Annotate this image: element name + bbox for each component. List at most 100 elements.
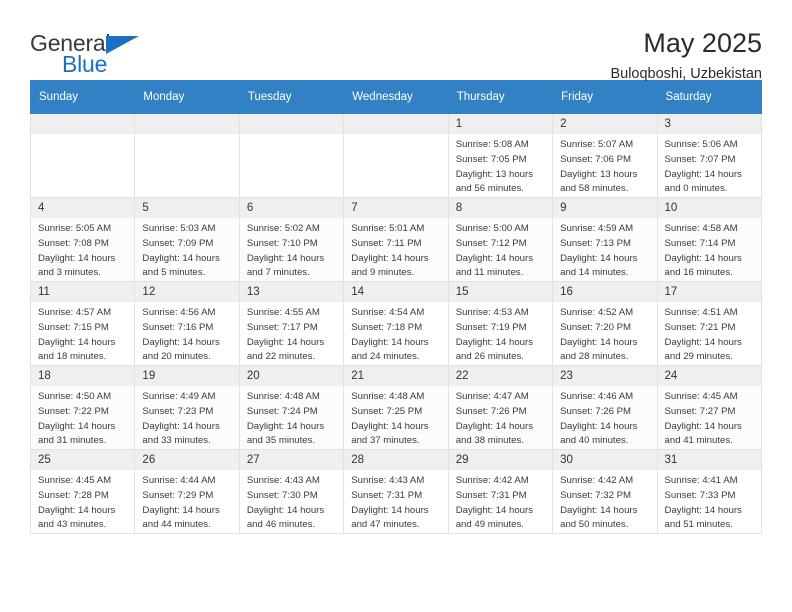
calendar-day-cell[interactable]: 27 Sunrise: 4:43 AM Sunset: 7:30 PM Dayligh…	[238, 449, 345, 534]
day-daylight-text: and 24 minutes.	[351, 351, 420, 363]
calendar-day-cell[interactable]: 7 Sunrise: 5:01 AM Sunset: 7:11 PM Daylight…	[343, 197, 449, 282]
day-cell-inner	[31, 114, 135, 197]
calendar-day-cell[interactable]: 15 Sunrise: 4:53 AM Sunset: 7:19 PM Dayligh…	[447, 281, 554, 366]
calendar-day-cell[interactable]: 26 Sunrise: 4:44 AM Sunset: 7:29 PM Dayligh…	[134, 449, 240, 534]
day-daylight-text: and 22 minutes.	[246, 351, 316, 363]
day-sunset-text: Sunset: 7:21 PM	[664, 321, 736, 333]
day-cell-inner: 29 Sunrise: 4:42 AM Sunset: 7:31 PM Dayligh…	[448, 450, 553, 533]
day-sun-info: Sunrise: 5:05 AM Sunset: 7:08 PM Daylight:…	[31, 218, 134, 280]
calendar-day-cell[interactable]: 12 Sunrise: 4:56 AM Sunset: 7:16 PM Dayligh…	[134, 281, 240, 366]
day-cell-inner: 2 Sunrise: 5:07 AM Sunset: 7:06 PM Daylight…	[553, 114, 657, 197]
calendar-day-cell[interactable]: 28 Sunrise: 4:43 AM Sunset: 7:31 PM Dayligh…	[343, 449, 449, 534]
calendar-day-cell[interactable]: 19 Sunrise: 4:49 AM Sunset: 7:23 PM Dayligh…	[134, 365, 240, 450]
calendar-day-cell[interactable]: 10 Sunrise: 4:58 AM Sunset: 7:14 PM Dayligh…	[656, 197, 763, 282]
calendar-week-row: 25 Sunrise: 4:45 AM Sunset: 7:28 PM Dayligh…	[29, 449, 763, 534]
day-sun-info: Sunrise: 4:43 AM Sunset: 7:31 PM Daylight:…	[344, 470, 447, 532]
day-sunrise-text: Sunrise: 4:54 AM	[351, 307, 425, 319]
day-number: 5	[135, 198, 239, 219]
day-cell-inner: 27 Sunrise: 4:43 AM Sunset: 7:30 PM Dayligh…	[239, 450, 344, 533]
calendar-day-cell[interactable]: 29 Sunrise: 4:42 AM Sunset: 7:31 PM Dayligh…	[447, 449, 554, 534]
day-cell-inner: 15 Sunrise: 4:53 AM Sunset: 7:19 PM Dayligh…	[448, 282, 553, 365]
day-sun-info: Sunrise: 5:06 AM Sunset: 7:07 PM Daylight:…	[658, 134, 761, 196]
day-daylight-text: Daylight: 14 hours	[246, 420, 325, 432]
day-sunset-text: Sunset: 7:22 PM	[38, 405, 109, 417]
day-cell-inner: 11 Sunrise: 4:57 AM Sunset: 7:15 PM Dayligh…	[31, 282, 135, 365]
day-sun-info: Sunrise: 4:42 AM Sunset: 7:31 PM Daylight:…	[449, 470, 552, 532]
day-number: 10	[657, 198, 761, 219]
page-header: General Blue May 2025 Buloqboshi, Uzbeki…	[30, 0, 762, 82]
day-cell-inner: 23 Sunrise: 4:46 AM Sunset: 7:26 PM Dayligh…	[553, 366, 657, 449]
calendar-day-cell[interactable]: 31 Sunrise: 4:41 AM Sunset: 7:33 PM Dayligh…	[656, 449, 763, 534]
day-cell-inner: 7 Sunrise: 5:01 AM Sunset: 7:11 PM Daylight…	[344, 198, 448, 281]
logo-triangle-icon	[106, 36, 139, 54]
calendar-day-cell[interactable]: 6 Sunrise: 5:02 AM Sunset: 7:10 PM Daylight…	[238, 197, 345, 282]
day-sun-info: Sunrise: 4:42 AM Sunset: 7:32 PM Daylight:…	[553, 470, 656, 532]
calendar-day-cell[interactable]: 30 Sunrise: 4:42 AM Sunset: 7:32 PM Dayligh…	[552, 449, 658, 534]
calendar-day-cell[interactable]: 18 Sunrise: 4:50 AM Sunset: 7:22 PM Dayligh…	[29, 365, 136, 450]
day-daylight-text: Daylight: 14 hours	[455, 420, 534, 432]
calendar-day-cell[interactable]: 8 Sunrise: 5:00 AM Sunset: 7:12 PM Daylight…	[447, 197, 554, 282]
day-sunset-text: Sunset: 7:16 PM	[142, 321, 214, 333]
calendar-day-cell[interactable]: 2 Sunrise: 5:07 AM Sunset: 7:06 PM Daylight…	[552, 113, 658, 198]
calendar-day-cell[interactable]: 25 Sunrise: 4:45 AM Sunset: 7:28 PM Dayligh…	[29, 449, 136, 534]
day-number: 3	[657, 114, 761, 135]
day-daylight-text: Daylight: 14 hours	[246, 336, 325, 348]
day-daylight-text: Daylight: 14 hours	[560, 504, 638, 516]
day-daylight-text: Daylight: 14 hours	[560, 336, 638, 348]
day-sunset-text: Sunset: 7:20 PM	[560, 321, 632, 333]
day-sunset-text: Sunset: 7:08 PM	[38, 237, 109, 249]
weekday-header-sunday: Sunday	[29, 80, 136, 114]
day-daylight-text: and 35 minutes.	[246, 435, 316, 447]
day-cell-inner: 26 Sunrise: 4:44 AM Sunset: 7:29 PM Dayligh…	[135, 450, 239, 533]
page-subtitle: Buloqboshi, Uzbekistan	[610, 66, 762, 83]
calendar-day-cell[interactable]: 22 Sunrise: 4:47 AM Sunset: 7:26 PM Dayligh…	[447, 365, 554, 450]
day-daylight-text: Daylight: 14 hours	[246, 504, 325, 516]
general-blue-logo[interactable]: General Blue	[30, 28, 210, 80]
day-number: 2	[553, 114, 657, 135]
day-sunset-text: Sunset: 7:13 PM	[560, 237, 632, 249]
calendar-day-cell[interactable]: 4 Sunrise: 5:05 AM Sunset: 7:08 PM Daylight…	[29, 197, 136, 282]
day-daylight-text: Daylight: 14 hours	[351, 420, 429, 432]
day-number: 17	[657, 282, 761, 303]
day-number: 1	[448, 114, 553, 135]
day-sunrise-text: Sunrise: 4:43 AM	[246, 475, 320, 487]
day-sunset-text: Sunset: 7:05 PM	[455, 153, 527, 165]
day-sunset-text: Sunset: 7:11 PM	[351, 237, 422, 249]
day-sunrise-text: Sunrise: 4:44 AM	[142, 475, 216, 487]
day-sun-info: Sunrise: 5:03 AM Sunset: 7:09 PM Daylight:…	[135, 218, 238, 280]
day-daylight-text: Daylight: 14 hours	[142, 420, 220, 432]
day-sunset-text: Sunset: 7:32 PM	[560, 489, 632, 501]
calendar-day-cell[interactable]: 16 Sunrise: 4:52 AM Sunset: 7:20 PM Dayligh…	[552, 281, 658, 366]
day-daylight-text: and 14 minutes.	[560, 267, 629, 279]
calendar-day-cell[interactable]: 13 Sunrise: 4:55 AM Sunset: 7:17 PM Dayligh…	[238, 281, 345, 366]
day-daylight-text: Daylight: 14 hours	[664, 336, 742, 348]
calendar-day-cell[interactable]: 5 Sunrise: 5:03 AM Sunset: 7:09 PM Daylight…	[134, 197, 240, 282]
day-sunset-text: Sunset: 7:14 PM	[664, 237, 736, 249]
day-daylight-text: Daylight: 14 hours	[38, 420, 116, 432]
day-cell-inner: 31 Sunrise: 4:41 AM Sunset: 7:33 PM Dayligh…	[657, 450, 761, 533]
day-sun-info: Sunrise: 4:58 AM Sunset: 7:14 PM Daylight:…	[658, 218, 761, 280]
day-cell-inner: 12 Sunrise: 4:56 AM Sunset: 7:16 PM Dayligh…	[135, 282, 239, 365]
day-daylight-text: and 40 minutes.	[560, 435, 629, 447]
calendar-day-cell[interactable]: 24 Sunrise: 4:45 AM Sunset: 7:27 PM Dayligh…	[656, 365, 763, 450]
day-sun-info: Sunrise: 4:48 AM Sunset: 7:25 PM Daylight:…	[344, 386, 447, 448]
calendar-day-cell[interactable]: 3 Sunrise: 5:06 AM Sunset: 7:07 PM Daylight…	[656, 113, 763, 198]
day-sun-info: Sunrise: 4:55 AM Sunset: 7:17 PM Daylight:…	[240, 302, 343, 364]
day-sun-info: Sunrise: 4:52 AM Sunset: 7:20 PM Daylight:…	[553, 302, 656, 364]
day-cell-inner: 20 Sunrise: 4:48 AM Sunset: 7:24 PM Dayligh…	[239, 366, 344, 449]
calendar-day-cell[interactable]: 14 Sunrise: 4:54 AM Sunset: 7:18 PM Dayligh…	[343, 281, 449, 366]
calendar-day-cell[interactable]: 23 Sunrise: 4:46 AM Sunset: 7:26 PM Dayligh…	[552, 365, 658, 450]
day-daylight-text: Daylight: 14 hours	[455, 252, 534, 264]
calendar-day-cell[interactable]: 17 Sunrise: 4:51 AM Sunset: 7:21 PM Dayligh…	[656, 281, 763, 366]
logo-text-blue: Blue	[62, 51, 108, 77]
day-number: 15	[448, 282, 553, 303]
calendar-day-cell[interactable]: 20 Sunrise: 4:48 AM Sunset: 7:24 PM Dayligh…	[238, 365, 345, 450]
calendar-day-cell[interactable]: 11 Sunrise: 4:57 AM Sunset: 7:15 PM Dayligh…	[29, 281, 136, 366]
weekday-header-friday: Friday	[552, 80, 658, 114]
day-sunset-text: Sunset: 7:17 PM	[246, 321, 318, 333]
calendar-day-cell[interactable]: 1 Sunrise: 5:08 AM Sunset: 7:05 PM Daylight…	[447, 113, 554, 198]
day-sunset-text: Sunset: 7:33 PM	[664, 489, 736, 501]
calendar-day-cell[interactable]: 21 Sunrise: 4:48 AM Sunset: 7:25 PM Dayligh…	[343, 365, 449, 450]
day-daylight-text: and 37 minutes.	[351, 435, 420, 447]
calendar-day-cell[interactable]: 9 Sunrise: 4:59 AM Sunset: 7:13 PM Daylight…	[552, 197, 658, 282]
